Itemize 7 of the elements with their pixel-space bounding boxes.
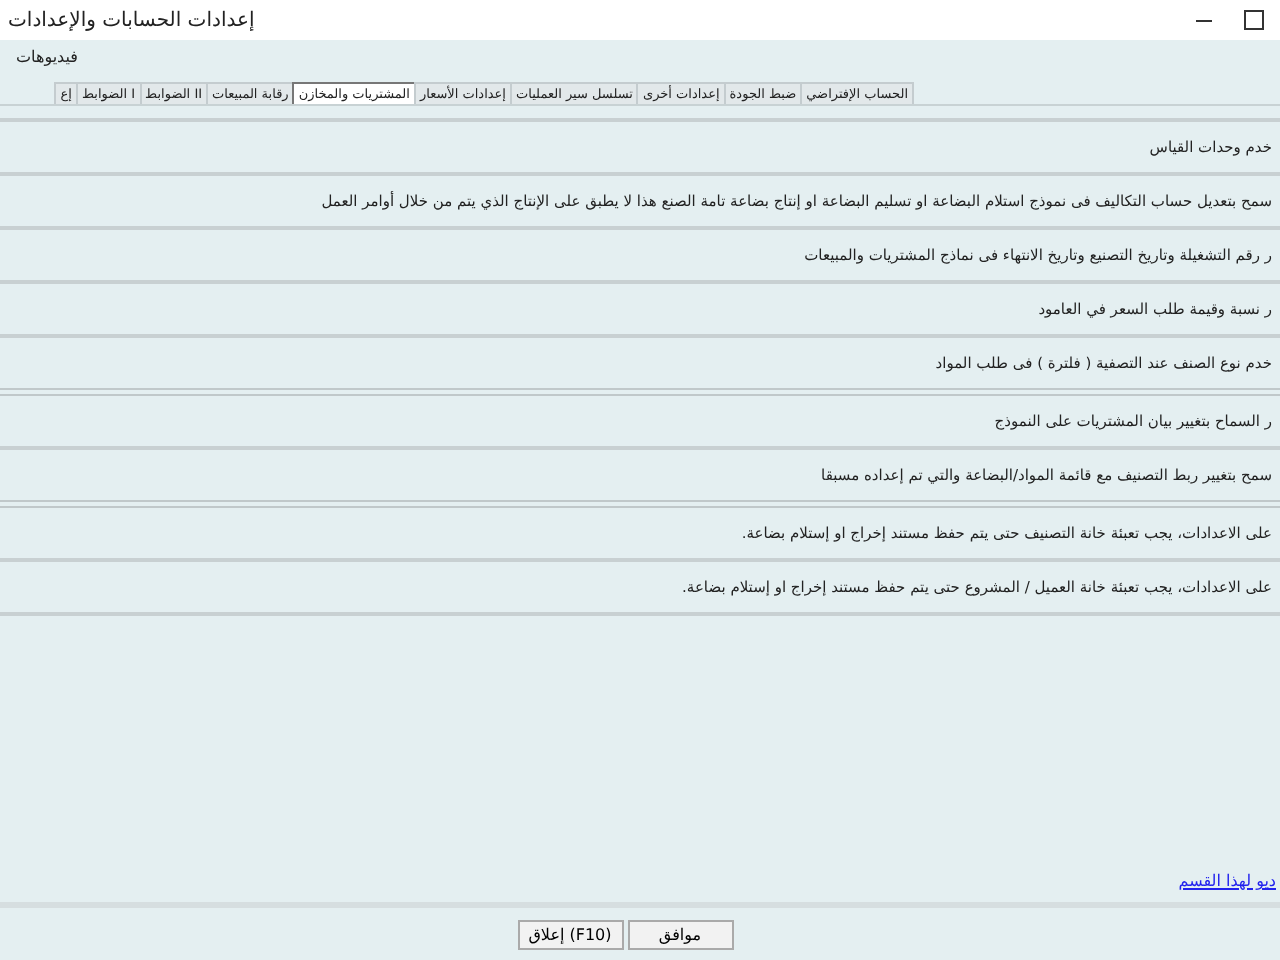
dialog-button[interactable]: موافق — [627, 919, 733, 949]
dialog-button[interactable]: إعلاق (F10) — [517, 919, 623, 949]
menu-item[interactable]: فيديوهات — [16, 47, 78, 65]
minimize-icon[interactable] — [1196, 19, 1212, 21]
window-title: إعدادات الحسابات والإعدادات — [8, 9, 255, 31]
video-link[interactable]: ديو لهذا القسم — [1178, 872, 1276, 890]
maximize-icon[interactable] — [1244, 10, 1264, 30]
